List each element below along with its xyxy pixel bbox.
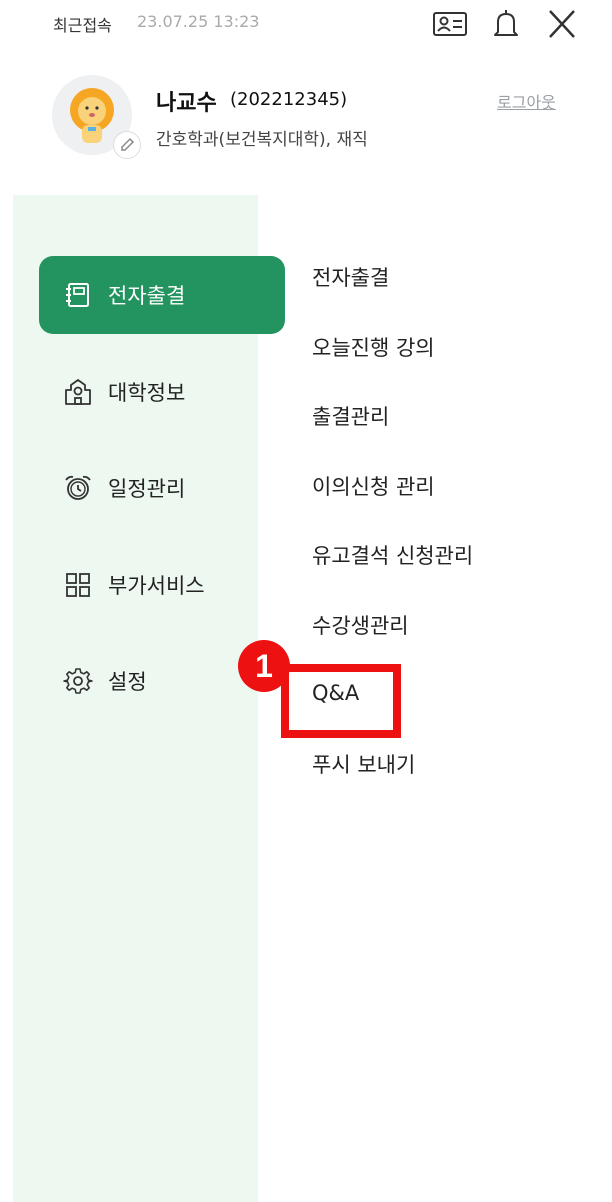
- sidebar-item-label: 설정: [108, 670, 147, 694]
- submenu-item-today-lectures[interactable]: 오늘진행 강의: [312, 332, 435, 362]
- user-name: 나교수: [156, 91, 217, 116]
- id-card-icon[interactable]: [432, 8, 468, 40]
- sidebar-item-label: 부가서비스: [108, 574, 205, 598]
- sidebar-item-label: 대학정보: [108, 381, 186, 405]
- submenu-item-objection-management[interactable]: 이의신청 관리: [312, 471, 435, 501]
- logout-link[interactable]: 로그아웃: [497, 89, 556, 113]
- last-access-time: 23.07.25 13:23: [137, 12, 260, 31]
- bell-icon[interactable]: [488, 8, 524, 40]
- sidebar-item-university-info[interactable]: 대학정보: [39, 353, 285, 431]
- close-icon[interactable]: [544, 8, 580, 40]
- submenu-item-attendance[interactable]: 전자출결: [312, 262, 389, 292]
- sidebar-item-schedule[interactable]: 일정관리: [39, 449, 285, 527]
- university-icon: [63, 377, 93, 407]
- edit-avatar-icon[interactable]: [113, 131, 141, 159]
- step-badge: 1: [238, 640, 290, 692]
- submenu-item-excused-absence[interactable]: 유고결석 신청관리: [312, 540, 473, 570]
- sidebar-item-label: 일정관리: [108, 477, 186, 501]
- top-bar: 최근접속 23.07.25 13:23: [0, 0, 612, 50]
- submenu-item-send-push[interactable]: 푸시 보내기: [312, 749, 415, 779]
- submenu-item-student-management[interactable]: 수강생관리: [312, 610, 409, 640]
- submenu-item-attendance-management[interactable]: 출결관리: [312, 401, 389, 431]
- highlight-box: [281, 664, 401, 738]
- user-id: (202212345): [230, 89, 348, 110]
- notebook-icon: [63, 280, 93, 310]
- sidebar-item-extra-services[interactable]: 부가서비스: [39, 546, 285, 624]
- grid-icon: [63, 570, 93, 600]
- last-access-label: 최근접속: [53, 16, 112, 35]
- alarm-clock-icon: [63, 473, 93, 503]
- sidebar-item-label: 전자출결: [108, 284, 186, 308]
- user-department: 간호학과(보건복지대학), 재직: [156, 130, 368, 150]
- gear-icon: [63, 666, 93, 696]
- sidebar-item-attendance[interactable]: 전자출결: [39, 256, 285, 334]
